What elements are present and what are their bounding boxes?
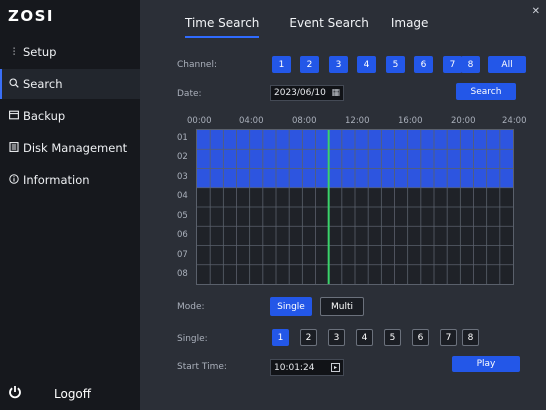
- channel-button-3[interactable]: 3: [329, 56, 348, 73]
- brand-logo: ZOSI: [8, 7, 55, 25]
- single-channel-button-5[interactable]: 5: [384, 329, 401, 346]
- date-label: Date:: [177, 89, 202, 99]
- channel-button-6[interactable]: 6: [414, 56, 433, 73]
- sidebar-item-disk-management[interactable]: Disk Management: [0, 133, 140, 163]
- search-icon: [8, 77, 20, 91]
- time-label: 20:00: [451, 116, 476, 126]
- tab-event-search[interactable]: Event Search: [289, 16, 368, 38]
- time-label: 04:00: [239, 116, 264, 126]
- start-time-field[interactable]: 10:01:24 ▸: [270, 359, 344, 376]
- row-label: 06: [177, 230, 188, 240]
- channel-button-4[interactable]: 4: [357, 56, 376, 73]
- row-label: 01: [177, 133, 188, 143]
- channel-button-2[interactable]: 2: [300, 56, 319, 73]
- date-field[interactable]: 2023/06/10 ▦: [270, 85, 344, 101]
- row-label: 04: [177, 191, 188, 201]
- single-channel-button-6[interactable]: 6: [412, 329, 429, 346]
- calendar-icon[interactable]: ▦: [331, 88, 340, 98]
- power-icon: [8, 385, 26, 403]
- sidebar-item-search[interactable]: Search: [0, 69, 140, 99]
- time-label: 16:00: [398, 116, 423, 126]
- logoff-button[interactable]: Logoff: [8, 385, 91, 403]
- close-icon[interactable]: ✕: [532, 6, 540, 17]
- sidebar-item-label: Information: [23, 173, 90, 187]
- channel-button-1[interactable]: 1: [272, 56, 291, 73]
- search-button[interactable]: Search: [456, 83, 516, 100]
- sidebar-item-backup[interactable]: Backup: [0, 101, 140, 131]
- date-value: 2023/06/10: [274, 88, 326, 98]
- sidebar-item-label: Backup: [23, 109, 66, 123]
- search-panel: ✕ Time Search Event Search Image Channel…: [140, 0, 546, 410]
- channel-button-5[interactable]: 5: [386, 56, 405, 73]
- sidebar: ZOSI ⫶ Setup Search Backup Disk Manageme…: [0, 0, 140, 410]
- sidebar-item-label: Setup: [23, 45, 57, 59]
- info-icon: [8, 173, 20, 187]
- single-channel-button-2[interactable]: 2: [300, 329, 317, 346]
- sidebar-item-label: Search: [23, 77, 63, 91]
- sidebar-item-information[interactable]: Information: [0, 165, 140, 195]
- row-label: 02: [177, 152, 188, 162]
- channel-button-8[interactable]: 8: [461, 56, 480, 73]
- disk-icon: [8, 141, 20, 155]
- time-label: 12:00: [345, 116, 370, 126]
- backup-icon: [8, 110, 20, 123]
- time-label: 24:00: [502, 116, 527, 126]
- channel-all-button[interactable]: All: [488, 56, 526, 73]
- timeline-svg[interactable]: [197, 130, 513, 284]
- single-channel-button-1[interactable]: 1: [272, 329, 289, 346]
- start-time-value: 10:01:24: [274, 362, 315, 373]
- single-channel-button-7[interactable]: 7: [440, 329, 457, 346]
- sliders-icon: ⫶: [12, 46, 16, 58]
- sidebar-item-setup[interactable]: ⫶ Setup: [0, 37, 140, 67]
- single-channel-button-4[interactable]: 4: [356, 329, 373, 346]
- time-label: 08:00: [292, 116, 317, 126]
- start-time-label: Start Time:: [177, 362, 227, 372]
- logoff-label: Logoff: [54, 387, 92, 401]
- time-label: 00:00: [187, 116, 212, 126]
- row-label: 03: [177, 172, 188, 182]
- single-channel-button-8[interactable]: 8: [462, 329, 479, 346]
- time-step-icon[interactable]: ▸: [331, 363, 340, 372]
- tab-image[interactable]: Image: [391, 16, 429, 38]
- channel-button-7[interactable]: 7: [443, 56, 462, 73]
- tab-time-search[interactable]: Time Search: [185, 16, 260, 38]
- mode-multi-button[interactable]: Multi: [320, 297, 364, 316]
- mode-single-button[interactable]: Single: [270, 297, 312, 316]
- mode-label: Mode:: [177, 302, 205, 312]
- row-label: 08: [177, 269, 188, 279]
- single-channel-button-3[interactable]: 3: [328, 329, 345, 346]
- sidebar-item-label: Disk Management: [23, 141, 128, 155]
- row-label: 07: [177, 250, 188, 260]
- row-label: 05: [177, 211, 188, 221]
- timeline-grid[interactable]: [196, 129, 514, 285]
- channel-label: Channel:: [177, 60, 217, 70]
- play-button[interactable]: Play: [452, 356, 520, 372]
- search-tabs: Time Search Event Search Image: [185, 16, 428, 38]
- single-label: Single:: [177, 334, 208, 344]
